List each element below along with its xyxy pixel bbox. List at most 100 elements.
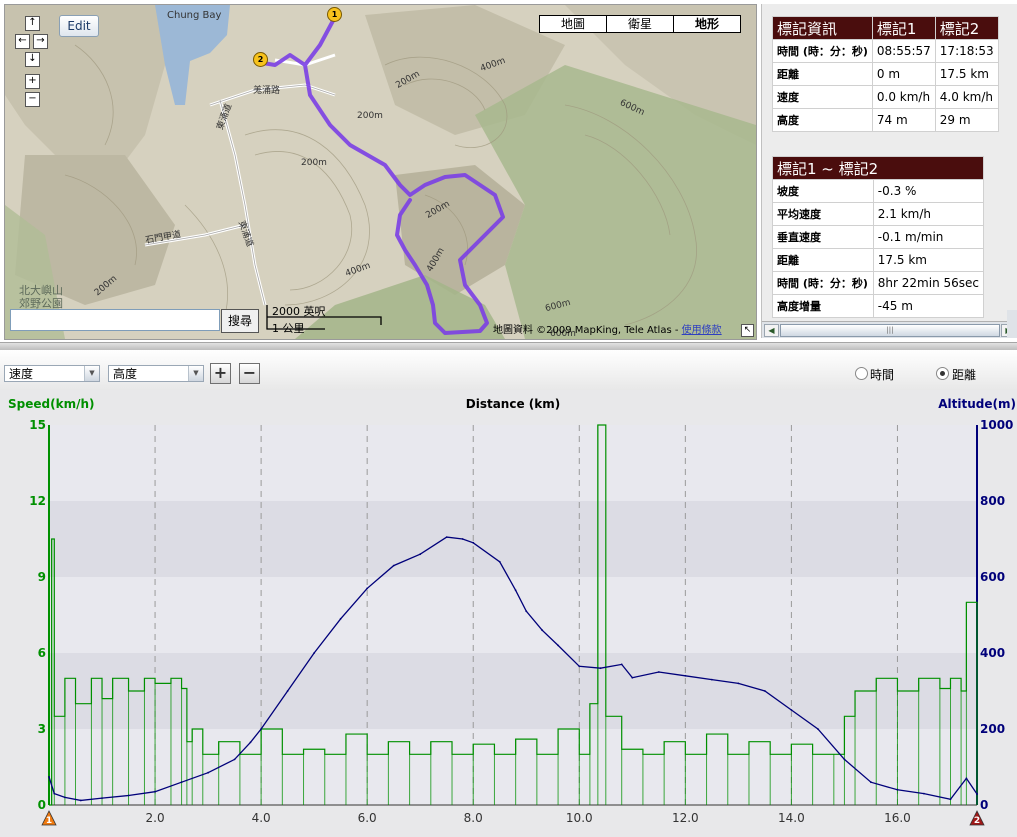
map-type-map-button[interactable]: 地圖 bbox=[540, 16, 606, 32]
altitude-data-point bbox=[949, 798, 952, 801]
altitude-data-point bbox=[684, 674, 687, 677]
altitude-data-point bbox=[620, 663, 623, 666]
zoom-in-icon[interactable]: + bbox=[25, 74, 40, 89]
pan-down-icon[interactable]: ↓ bbox=[25, 52, 40, 67]
x-tick-label: 2.0 bbox=[146, 811, 165, 825]
x-marker-label: 2 bbox=[974, 816, 980, 826]
map-view[interactable]: Chung Bay 北大嶼山 郊野公園 東涌道 羗涌路 石門甲道 東涌道 200… bbox=[4, 4, 757, 340]
search-input[interactable] bbox=[10, 309, 220, 331]
search-button[interactable]: 搜尋 bbox=[221, 309, 259, 333]
y-right-tick-label: 200 bbox=[980, 722, 1005, 736]
altitude-data-point bbox=[392, 564, 395, 567]
map-type-terrain-button[interactable]: 地形 bbox=[673, 16, 740, 32]
marker1-speed: 0.0 km/h bbox=[871, 85, 936, 109]
altitude-data-point bbox=[249, 741, 252, 744]
speed-altitude-chart[interactable]: Distance (km) Speed(km/h) Altitude(m) 0 3 6 9 1… bbox=[0, 350, 1017, 837]
marker-info-table: 標記資訊 標記1 標記2 時間 (時：分：秒) 08:55:57 17:18:5… bbox=[772, 16, 999, 132]
pan-left-icon[interactable]: ← bbox=[15, 34, 30, 49]
y-left-tick-label: 12 bbox=[29, 494, 46, 508]
zoom-out-icon[interactable]: − bbox=[25, 92, 40, 107]
chart-panel: 速度 ▼ 高度 ▼ + − 時間 距離 Distance (km) Speed(k… bbox=[0, 350, 1017, 837]
segment-info-table: 標記1 ~ 標記2 坡度 -0.3 % 平均速度 2.1 km/h 垂直速度 -0.1… bbox=[772, 156, 985, 318]
marker-info-header: 標記資訊 bbox=[772, 16, 873, 40]
contour-label: 200m bbox=[301, 158, 327, 168]
map-copyright: 地圖資料 ©2009 MapKing, Tele Atlas - 使用條款 bbox=[493, 321, 722, 336]
altitude-data-point bbox=[790, 709, 793, 711]
row-label: 高度增量 bbox=[772, 294, 874, 318]
altitude-data-point bbox=[578, 665, 581, 668]
map-type-selector: 地圖 衛星 地形 bbox=[539, 15, 741, 33]
y-left-tick-label: 9 bbox=[38, 570, 46, 584]
map-type-satellite-button[interactable]: 衛星 bbox=[606, 16, 673, 32]
altitude-data-point bbox=[498, 560, 501, 563]
altitude-data-point bbox=[763, 690, 766, 692]
segment-distance: 17.5 km bbox=[872, 248, 985, 272]
panel-divider[interactable] bbox=[0, 342, 1017, 350]
x-tick-label: 14.0 bbox=[778, 811, 805, 825]
info-panel: 標記資訊 標記1 標記2 時間 (時：分：秒) 08:55:57 17:18:5… bbox=[761, 4, 1017, 338]
altitude-data-point bbox=[53, 792, 56, 795]
altitude-data-point bbox=[233, 758, 236, 761]
altitude-data-point bbox=[657, 671, 660, 673]
scroll-thumb[interactable]: ||| bbox=[780, 324, 1000, 337]
altitude-data-point bbox=[260, 728, 263, 730]
left-axis-title: Speed(km/h) bbox=[8, 397, 94, 411]
scale-top-label: 2000 英呎 bbox=[272, 305, 326, 318]
scroll-left-icon[interactable]: ◀ bbox=[764, 324, 779, 337]
y-right-tick-label: 0 bbox=[980, 798, 988, 812]
route-marker-1[interactable]: 1 bbox=[327, 7, 342, 22]
marker2-distance: 17.5 km bbox=[934, 62, 999, 86]
altitude-data-point bbox=[557, 644, 559, 647]
marker1-altitude: 74 m bbox=[871, 108, 936, 132]
segment-time: 8hr 22min 56sec bbox=[872, 271, 985, 295]
plot-band bbox=[49, 729, 977, 805]
y-right-tick-label: 1000 bbox=[980, 418, 1013, 432]
resize-icon[interactable]: ↖ bbox=[741, 324, 754, 337]
segment-slope: -0.3 % bbox=[872, 179, 985, 203]
place-label-chung-bay: Chung Bay bbox=[167, 10, 222, 21]
right-axis-title: Altitude(m) bbox=[938, 397, 1016, 411]
altitude-data-point bbox=[599, 667, 602, 670]
horizontal-scrollbar[interactable]: ◀ ||| ▶ bbox=[762, 321, 1017, 338]
row-label: 距離 bbox=[772, 248, 874, 272]
altitude-data-point bbox=[965, 777, 968, 780]
edit-button[interactable]: Edit bbox=[59, 15, 99, 37]
vertical-scrollbar[interactable] bbox=[1007, 310, 1017, 338]
marker2-speed: 4.0 km/h bbox=[934, 85, 999, 109]
altitude-data-point bbox=[419, 553, 422, 556]
altitude-data-point bbox=[101, 797, 103, 800]
pan-up-icon[interactable]: ↑ bbox=[25, 16, 40, 31]
plot-band bbox=[49, 501, 977, 577]
road-label: 羗涌路 bbox=[253, 86, 281, 96]
segment-vertical-speed: -0.1 m/min bbox=[872, 225, 985, 249]
route-marker-2[interactable]: 2 bbox=[253, 52, 268, 67]
altitude-data-point bbox=[631, 676, 634, 679]
row-label: 時間 (時：分：秒) bbox=[772, 271, 874, 295]
altitude-data-point bbox=[525, 610, 528, 613]
pan-right-icon[interactable]: → bbox=[33, 34, 48, 49]
y-left-tick-label: 0 bbox=[38, 798, 46, 812]
y-left-tick-label: 6 bbox=[38, 646, 46, 660]
plot-band bbox=[49, 577, 977, 653]
altitude-data-point bbox=[923, 792, 925, 795]
altitude-data-point bbox=[817, 728, 819, 730]
x-tick-label: 12.0 bbox=[672, 811, 699, 825]
marker2-altitude: 29 m bbox=[934, 108, 999, 132]
y-left-tick-label: 15 bbox=[29, 418, 46, 432]
altitude-data-point bbox=[710, 678, 713, 681]
marker1-header: 標記1 bbox=[871, 16, 936, 40]
marker1-distance: 0 m bbox=[871, 62, 936, 86]
x-tick-label: 4.0 bbox=[252, 811, 271, 825]
marker1-time: 08:55:57 bbox=[871, 39, 936, 63]
x-tick-label: 8.0 bbox=[464, 811, 483, 825]
row-label: 平均速度 bbox=[772, 202, 874, 226]
altitude-data-point bbox=[127, 794, 130, 797]
terms-link[interactable]: 使用條款 bbox=[682, 325, 722, 336]
route-track bbox=[261, 15, 505, 335]
copyright-text: 地圖資料 ©2009 MapKing, Tele Atlas - bbox=[493, 325, 682, 336]
altitude-data-point bbox=[154, 790, 156, 793]
plot-band bbox=[49, 653, 977, 729]
y-left-tick-label: 3 bbox=[38, 722, 46, 736]
row-label: 垂直速度 bbox=[772, 225, 874, 249]
marker2-header: 標記2 bbox=[934, 16, 999, 40]
